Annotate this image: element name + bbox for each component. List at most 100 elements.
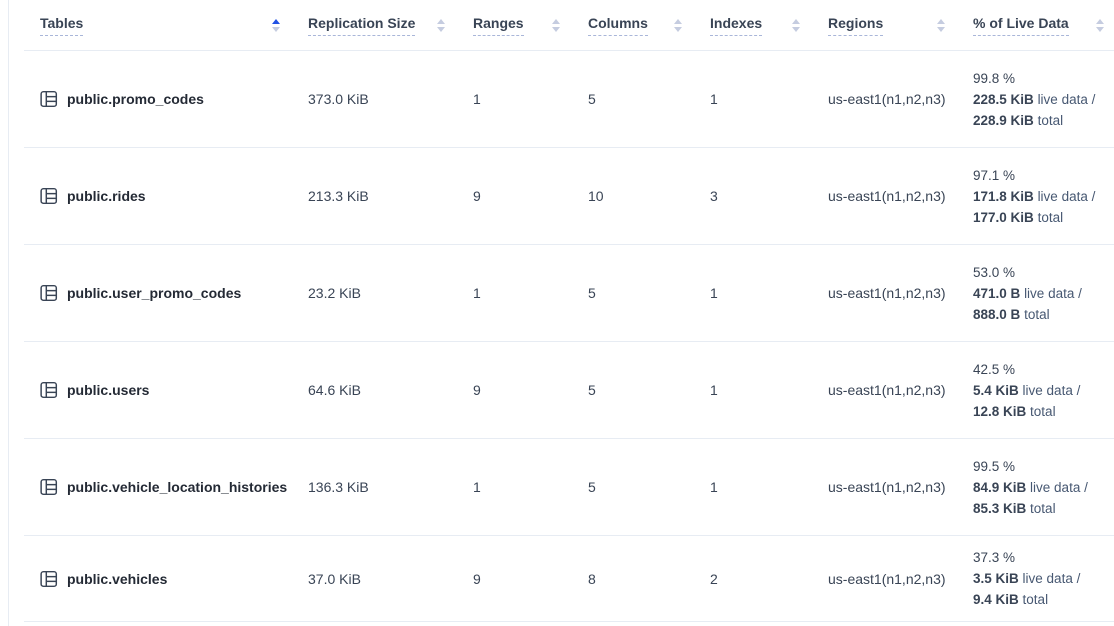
live-data-percent: 53.0 %: [973, 262, 1015, 283]
ranges-cell: 9: [455, 148, 570, 244]
replication-size-cell: 373.0 KiB: [290, 51, 455, 147]
table-header-row: Tables Replication Size Ranges Columns I…: [24, 0, 1114, 51]
ranges-cell: 9: [455, 342, 570, 438]
column-header-live-data[interactable]: % of Live Data: [955, 0, 1114, 50]
sort-icon[interactable]: [792, 19, 800, 32]
columns-cell: 5: [570, 51, 692, 147]
live-data-cell: 99.8 % 228.5 KiB live data / 228.9 KiB t…: [955, 51, 1114, 147]
table-name-link[interactable]: public.rides: [67, 188, 146, 204]
total-data-bytes: 9.4 KiB total: [973, 589, 1048, 610]
sort-icon[interactable]: [552, 19, 560, 32]
regions-cell: us-east1(n1,n2,n3): [810, 536, 955, 621]
table-icon: [40, 478, 58, 496]
table-name-cell: public.rides: [24, 148, 290, 244]
table-row[interactable]: public.rides 213.3 KiB 9 10 3 us-east1(n…: [24, 148, 1114, 245]
live-data-bytes: 171.8 KiB live data /: [973, 186, 1095, 207]
table-icon: [40, 381, 58, 399]
regions-cell: us-east1(n1,n2,n3): [810, 342, 955, 438]
live-data-cell: 37.3 % 3.5 KiB live data / 9.4 KiB total: [955, 536, 1114, 621]
live-data-bytes: 84.9 KiB live data /: [973, 477, 1088, 498]
sort-icon[interactable]: [272, 19, 280, 32]
sort-icon[interactable]: [437, 19, 445, 32]
column-header-label: Indexes: [710, 15, 762, 36]
table-name-cell: public.user_promo_codes: [24, 245, 290, 341]
regions-cell: us-east1(n1,n2,n3): [810, 148, 955, 244]
live-data-bytes: 3.5 KiB live data /: [973, 568, 1080, 589]
columns-cell: 5: [570, 439, 692, 535]
column-header-label: Replication Size: [308, 15, 415, 36]
replication-size-cell: 213.3 KiB: [290, 148, 455, 244]
live-data-percent: 42.5 %: [973, 359, 1015, 380]
ranges-cell: 1: [455, 51, 570, 147]
table-name-link[interactable]: public.promo_codes: [67, 91, 204, 107]
left-panel-edge: [8, 0, 9, 626]
table-name-cell: public.users: [24, 342, 290, 438]
table-row[interactable]: public.user_promo_codes 23.2 KiB 1 5 1 u…: [24, 245, 1114, 342]
ranges-cell: 1: [455, 245, 570, 341]
live-data-cell: 42.5 % 5.4 KiB live data / 12.8 KiB tota…: [955, 342, 1114, 438]
regions-cell: us-east1(n1,n2,n3): [810, 51, 955, 147]
columns-cell: 5: [570, 342, 692, 438]
column-header-tables[interactable]: Tables: [24, 0, 290, 50]
replication-size-cell: 37.0 KiB: [290, 536, 455, 621]
live-data-percent: 99.8 %: [973, 68, 1015, 89]
column-header-label: Ranges: [473, 15, 524, 36]
columns-cell: 8: [570, 536, 692, 621]
sort-icon[interactable]: [674, 19, 682, 32]
columns-cell: 5: [570, 245, 692, 341]
table-icon: [40, 90, 58, 108]
sort-icon[interactable]: [1096, 19, 1104, 32]
table-row[interactable]: public.promo_codes 373.0 KiB 1 5 1 us-ea…: [24, 51, 1114, 148]
replication-size-cell: 136.3 KiB: [290, 439, 455, 535]
ranges-cell: 1: [455, 439, 570, 535]
table-icon: [40, 187, 58, 205]
column-header-label: Columns: [588, 15, 648, 36]
regions-cell: us-east1(n1,n2,n3): [810, 439, 955, 535]
total-data-bytes: 177.0 KiB total: [973, 207, 1063, 228]
live-data-bytes: 5.4 KiB live data /: [973, 380, 1080, 401]
live-data-cell: 99.5 % 84.9 KiB live data / 85.3 KiB tot…: [955, 439, 1114, 535]
total-data-bytes: 85.3 KiB total: [973, 498, 1056, 519]
column-header-regions[interactable]: Regions: [810, 0, 955, 50]
indexes-cell: 1: [692, 51, 810, 147]
table-name-link[interactable]: public.vehicle_location_histories: [67, 479, 287, 495]
column-header-label: % of Live Data: [973, 15, 1069, 36]
indexes-cell: 2: [692, 536, 810, 621]
tables-list: Tables Replication Size Ranges Columns I…: [24, 0, 1114, 622]
table-name-cell: public.promo_codes: [24, 51, 290, 147]
columns-cell: 10: [570, 148, 692, 244]
live-data-percent: 99.5 %: [973, 456, 1015, 477]
column-header-columns[interactable]: Columns: [570, 0, 692, 50]
column-header-replication-size[interactable]: Replication Size: [290, 0, 455, 50]
regions-cell: us-east1(n1,n2,n3): [810, 245, 955, 341]
column-header-label: Regions: [828, 15, 883, 36]
table-row[interactable]: public.users 64.6 KiB 9 5 1 us-east1(n1,…: [24, 342, 1114, 439]
table-row[interactable]: public.vehicles 37.0 KiB 9 8 2 us-east1(…: [24, 536, 1114, 622]
indexes-cell: 1: [692, 245, 810, 341]
table-name-cell: public.vehicles: [24, 536, 290, 621]
column-header-indexes[interactable]: Indexes: [692, 0, 810, 50]
table-name-link[interactable]: public.vehicles: [67, 571, 167, 587]
indexes-cell: 1: [692, 439, 810, 535]
live-data-bytes: 228.5 KiB live data /: [973, 89, 1095, 110]
table-row[interactable]: public.vehicle_location_histories 136.3 …: [24, 439, 1114, 536]
total-data-bytes: 228.9 KiB total: [973, 110, 1063, 131]
table-name-link[interactable]: public.users: [67, 382, 149, 398]
indexes-cell: 3: [692, 148, 810, 244]
table-icon: [40, 570, 58, 588]
live-data-percent: 37.3 %: [973, 547, 1015, 568]
indexes-cell: 1: [692, 342, 810, 438]
live-data-bytes: 471.0 B live data /: [973, 283, 1082, 304]
column-header-label: Tables: [40, 15, 83, 36]
table-name-link[interactable]: public.user_promo_codes: [67, 285, 241, 301]
table-icon: [40, 284, 58, 302]
table-name-cell: public.vehicle_location_histories: [24, 439, 290, 535]
replication-size-cell: 64.6 KiB: [290, 342, 455, 438]
ranges-cell: 9: [455, 536, 570, 621]
live-data-cell: 97.1 % 171.8 KiB live data / 177.0 KiB t…: [955, 148, 1114, 244]
total-data-bytes: 12.8 KiB total: [973, 401, 1056, 422]
column-header-ranges[interactable]: Ranges: [455, 0, 570, 50]
live-data-cell: 53.0 % 471.0 B live data / 888.0 B total: [955, 245, 1114, 341]
live-data-percent: 97.1 %: [973, 165, 1015, 186]
sort-icon[interactable]: [937, 19, 945, 32]
